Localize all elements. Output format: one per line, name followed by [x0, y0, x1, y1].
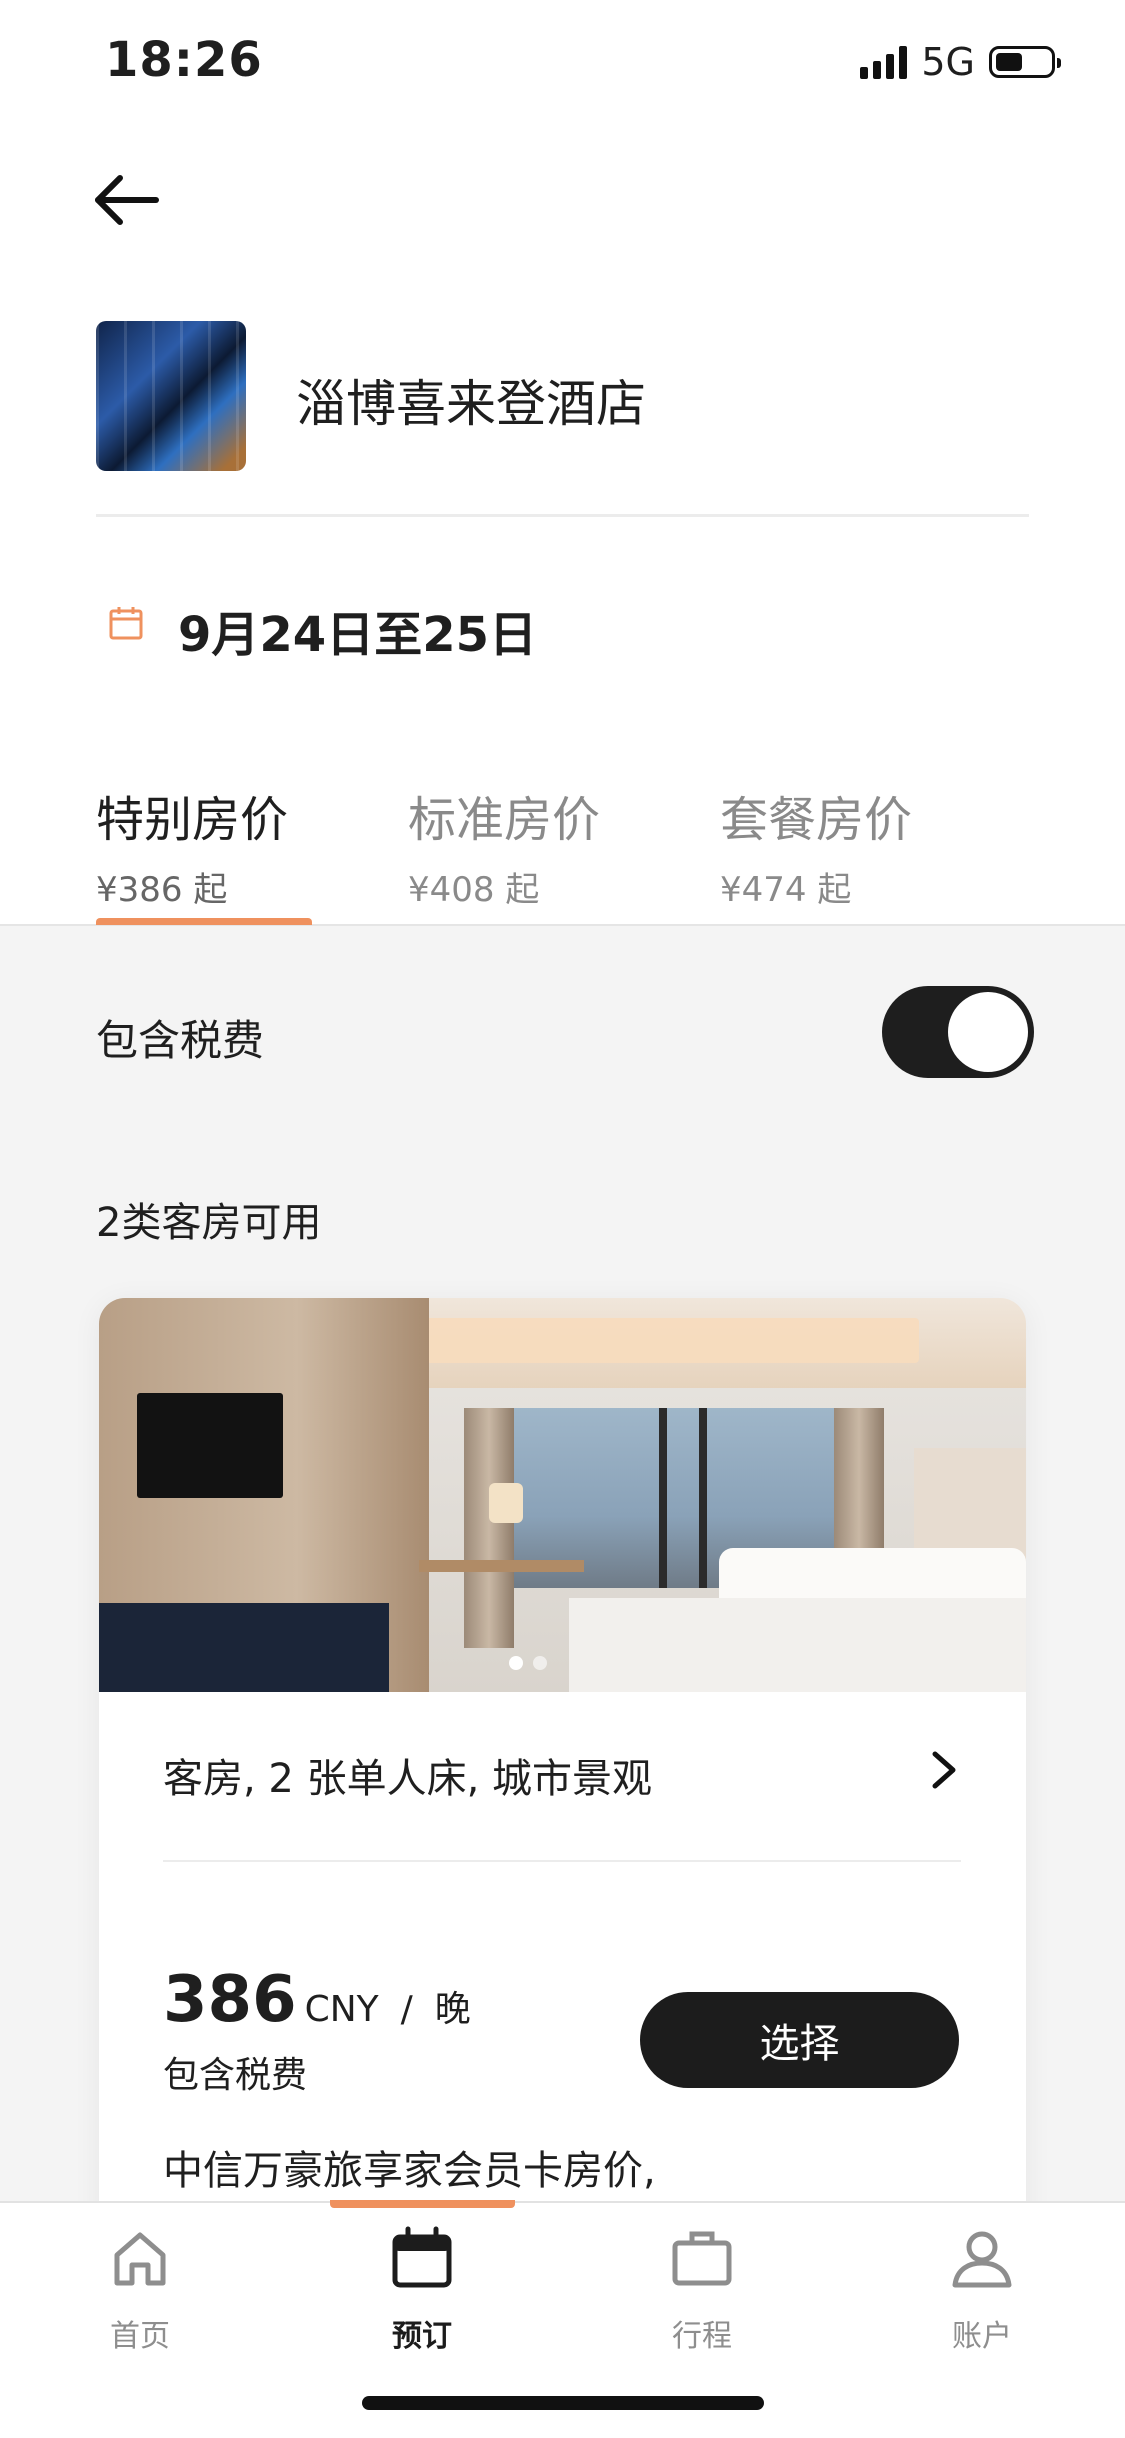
price-currency: CNY	[304, 1989, 379, 2030]
tab-price: ¥408 起	[408, 870, 540, 910]
tab-package-rate[interactable]: 套餐房价 ¥474 起	[720, 780, 912, 911]
nav-item-account[interactable]: 账户	[892, 2225, 1072, 2355]
stay-dates[interactable]: 9月24日至25日	[178, 595, 537, 665]
nav-active-indicator	[330, 2200, 515, 2208]
hotel-thumbnail	[96, 321, 246, 471]
room-card: 客房, 2 张单人床, 城市景观 386 CNY / 晚 包含税费 选择 中信万…	[99, 1298, 1026, 2258]
tab-price: ¥474 起	[720, 870, 852, 910]
tab-title: 标准房价	[408, 792, 601, 848]
select-button[interactable]: 选择	[640, 1992, 959, 2088]
toggle-knob	[948, 992, 1028, 1072]
battery-icon	[989, 46, 1061, 78]
carousel-dot-active[interactable]	[509, 1656, 523, 1670]
tab-price: ¥386 起	[96, 870, 228, 910]
calendar-icon	[108, 605, 144, 641]
room-price: 386 CNY / 晚	[163, 1963, 471, 2037]
tab-standard-rate[interactable]: 标准房价 ¥408 起	[408, 780, 600, 911]
calendar-icon	[392, 2226, 452, 2288]
chevron-right-icon[interactable]	[929, 1748, 959, 1792]
tab-title: 套餐房价	[720, 792, 913, 848]
status-time: 18:26	[105, 32, 263, 88]
back-arrow-icon[interactable]	[92, 170, 162, 230]
nav-label: 行程	[672, 2319, 732, 2354]
briefcase-icon	[672, 2231, 732, 2286]
tax-toggle-label: 包含税费	[96, 1016, 265, 1065]
nav-label: 首页	[110, 2319, 170, 2354]
divider	[163, 1860, 961, 1862]
carousel-dots[interactable]	[509, 1656, 547, 1670]
price-separator: /	[400, 1989, 413, 2030]
nav-item-trips[interactable]: 行程	[612, 2225, 792, 2355]
divider	[96, 514, 1029, 517]
network-type: 5G	[921, 40, 975, 84]
rate-description-line1: 中信万豪旅享家会员卡房价,	[163, 2148, 656, 2194]
price-per-night: 晚	[434, 1989, 471, 2030]
tab-special-rate[interactable]: 特别房价 ¥386 起	[96, 780, 288, 911]
room-name[interactable]: 客房, 2 张单人床, 城市景观	[163, 1746, 652, 1804]
carousel-dot[interactable]	[533, 1656, 547, 1670]
nav-label: 预订	[392, 2319, 452, 2354]
status-indicators: 5G	[860, 40, 1061, 84]
hotel-name: 淄博喜来登酒店	[296, 375, 646, 433]
tab-title: 特别房价	[96, 792, 289, 848]
rooms-available-heading: 2类客房可用	[96, 1200, 322, 1246]
home-icon	[114, 2232, 166, 2286]
tax-included-note: 包含税费	[163, 2055, 308, 2096]
nav-item-home[interactable]: 首页	[50, 2225, 230, 2355]
active-tab-indicator	[96, 918, 312, 925]
nav-label: 账户	[952, 2319, 1012, 2354]
price-value: 386	[163, 1963, 297, 2037]
tax-toggle-switch[interactable]	[882, 986, 1034, 1078]
room-photo[interactable]	[99, 1298, 1026, 1692]
home-indicator	[362, 2396, 764, 2410]
nav-item-booking[interactable]: 预订	[332, 2225, 512, 2355]
account-icon	[952, 2231, 1012, 2288]
signal-icon	[860, 45, 908, 79]
